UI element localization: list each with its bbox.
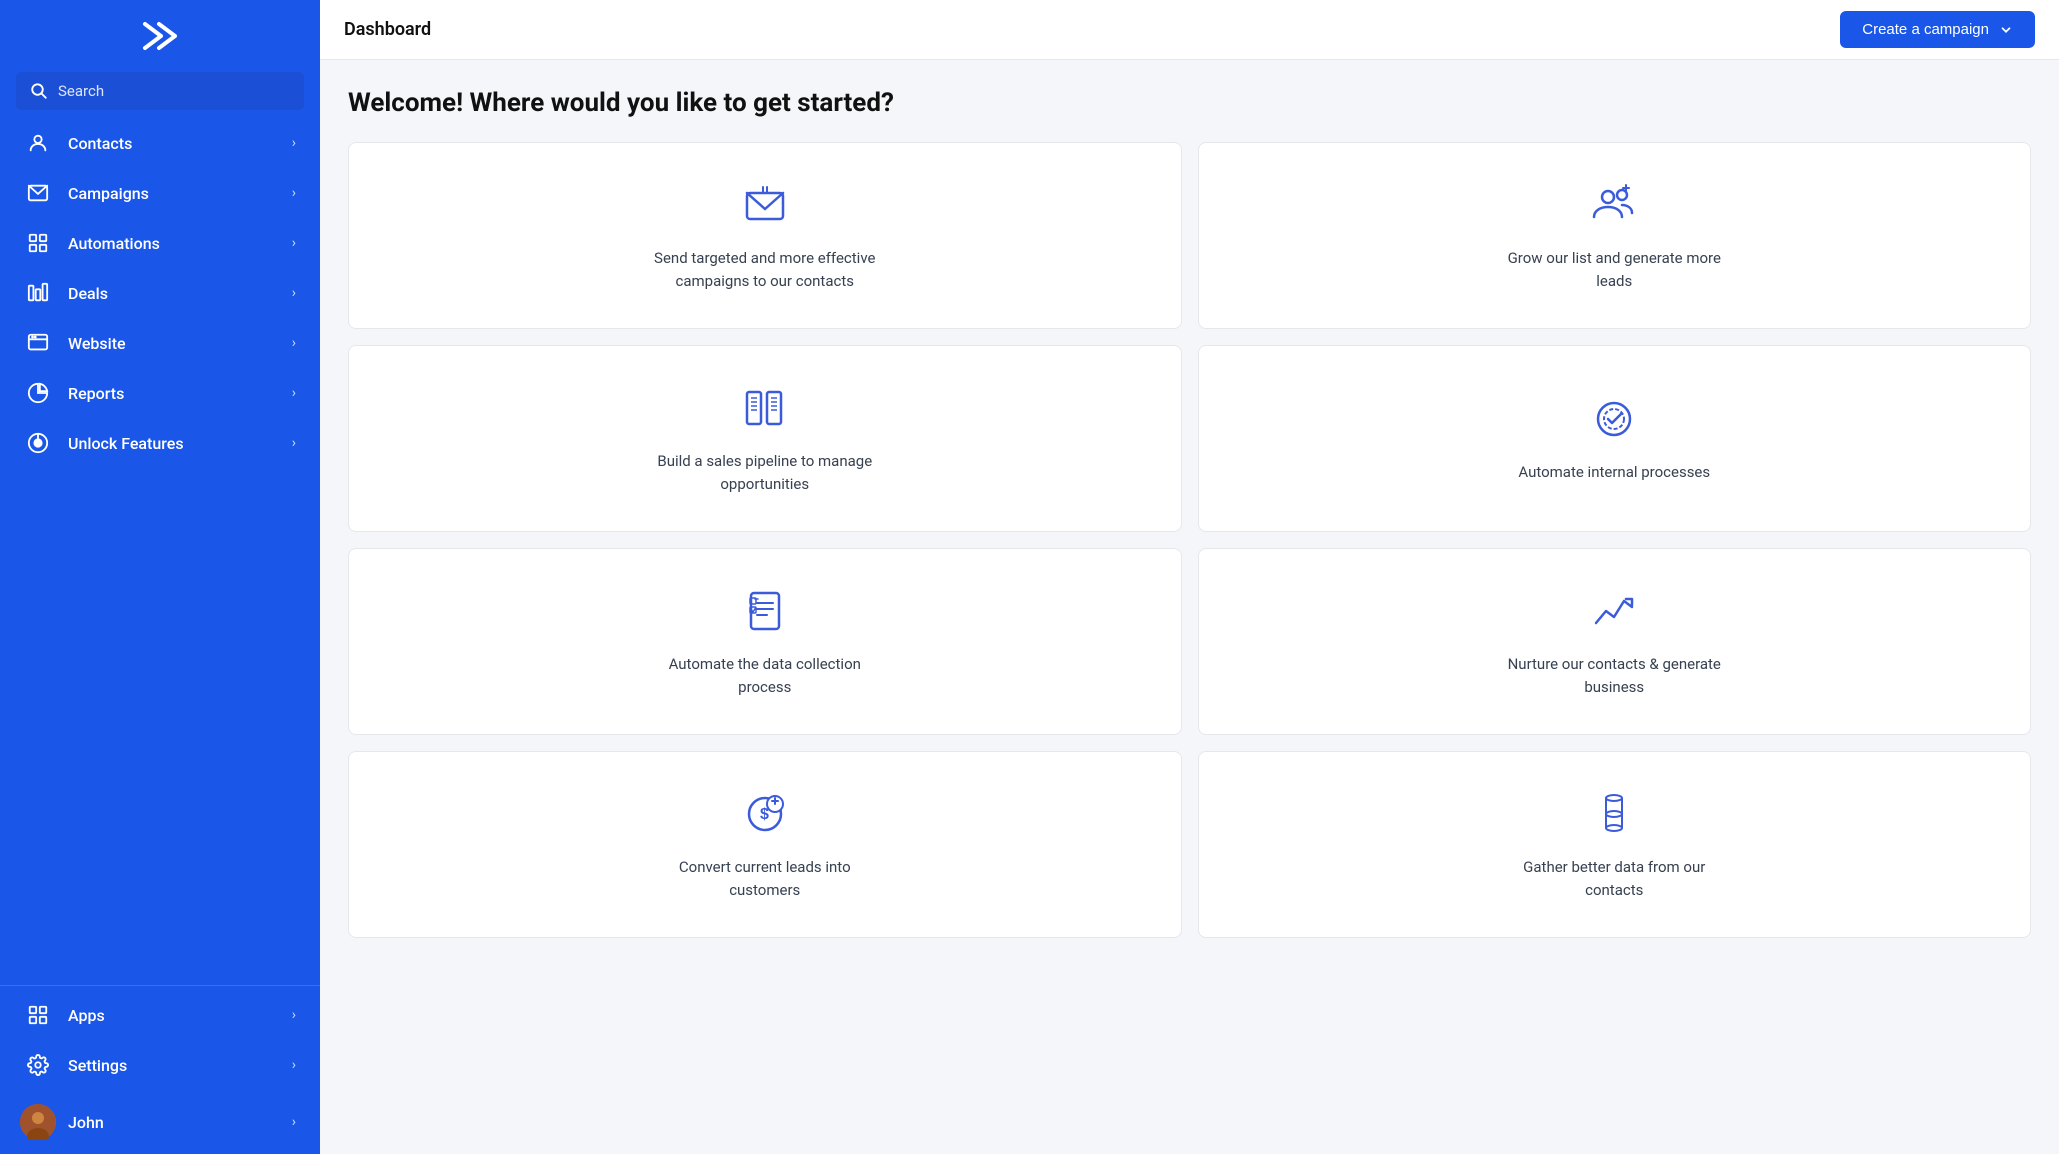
convert-card-icon: $ (739, 788, 791, 840)
deals-icon (24, 282, 52, 304)
pipeline-card-icon (739, 382, 791, 434)
chevron-right-icon: › (292, 1007, 296, 1023)
leads-card-text: Grow our list and generate more leads (1494, 247, 1734, 292)
automations-icon (24, 232, 52, 254)
content-area: Welcome! Where would you like to get sta… (320, 60, 2059, 1154)
chevron-right-icon: › (292, 135, 296, 151)
card-datacollect[interactable]: Automate the data collection process (348, 548, 1182, 735)
search-input[interactable]: Search (16, 72, 304, 110)
chevron-down-icon (1999, 23, 2013, 37)
sidebar-item-unlock[interactable]: Unlock Features › (0, 418, 320, 468)
chevron-right-icon: › (292, 1114, 296, 1130)
topbar: Dashboard Create a campaign (320, 0, 2059, 60)
unlock-icon (24, 432, 52, 454)
campaigns-card-text: Send targeted and more effective campaig… (645, 247, 885, 292)
email-card-icon (739, 179, 791, 231)
contacts-label: Contacts (68, 134, 292, 153)
card-nurture[interactable]: Nurture our contacts & generate business (1198, 548, 2032, 735)
card-pipeline[interactable]: Build a sales pipeline to manage opportu… (348, 345, 1182, 532)
user-name: John (68, 1113, 292, 1132)
create-campaign-button[interactable]: Create a campaign (1840, 11, 2035, 48)
sidebar-item-contacts[interactable]: Contacts › (0, 118, 320, 168)
sidebar: Search Contacts › Campaigns › Automation… (0, 0, 320, 1154)
sidebar-item-reports[interactable]: Reports › (0, 368, 320, 418)
unlock-label: Unlock Features (68, 434, 292, 453)
apps-icon (24, 1004, 52, 1026)
search-placeholder: Search (58, 82, 104, 100)
datacollect-card-text: Automate the data collection process (645, 653, 885, 698)
user-avatar-image (20, 1104, 56, 1140)
card-leads[interactable]: Grow our list and generate more leads (1198, 142, 2032, 329)
nurture-card-text: Nurture our contacts & generate business (1494, 653, 1734, 698)
person-icon (24, 132, 52, 154)
gather-card-text: Gather better data from our contacts (1494, 856, 1734, 901)
chevron-right-icon: › (292, 435, 296, 451)
chevron-right-icon: › (292, 285, 296, 301)
sidebar-bottom: Apps › Settings › (0, 985, 320, 1154)
card-convert[interactable]: $ Convert current leads into customers (348, 751, 1182, 938)
reports-icon (24, 382, 52, 404)
website-icon (24, 332, 52, 354)
nurture-card-icon (1588, 585, 1640, 637)
gather-card-icon (1588, 788, 1640, 840)
create-button-label: Create a campaign (1862, 21, 1989, 38)
automate-card-icon (1588, 393, 1640, 445)
automations-label: Automations (68, 234, 292, 253)
deals-label: Deals (68, 284, 292, 303)
apps-label: Apps (68, 1006, 292, 1025)
email-icon (24, 182, 52, 204)
sidebar-item-apps[interactable]: Apps › (0, 990, 320, 1040)
datacollect-card-icon (739, 585, 791, 637)
chevron-right-icon: › (292, 335, 296, 351)
sidebar-item-deals[interactable]: Deals › (0, 268, 320, 318)
sidebar-item-website[interactable]: Website › (0, 318, 320, 368)
website-label: Website (68, 334, 292, 353)
gear-icon (24, 1054, 52, 1076)
logo-icon (141, 20, 179, 52)
cards-grid: Send targeted and more effective campaig… (348, 142, 2031, 938)
sidebar-item-automations[interactable]: Automations › (0, 218, 320, 268)
chevron-right-icon: › (292, 385, 296, 401)
chevron-right-icon: › (292, 185, 296, 201)
card-gather[interactable]: Gather better data from our contacts (1198, 751, 2032, 938)
search-icon (30, 82, 48, 100)
automate-card-text: Automate internal processes (1518, 461, 1710, 484)
page-title: Dashboard (344, 19, 431, 40)
logo[interactable] (0, 0, 320, 72)
sidebar-item-user[interactable]: John › (0, 1090, 320, 1154)
welcome-heading: Welcome! Where would you like to get sta… (348, 88, 2031, 118)
campaigns-label: Campaigns (68, 184, 292, 203)
convert-card-text: Convert current leads into customers (645, 856, 885, 901)
main-area: Dashboard Create a campaign Welcome! Whe… (320, 0, 2059, 1154)
reports-label: Reports (68, 384, 292, 403)
chevron-right-icon: › (292, 1057, 296, 1073)
card-automate[interactable]: Automate internal processes (1198, 345, 2032, 532)
leads-card-icon (1588, 179, 1640, 231)
avatar (24, 1104, 52, 1140)
settings-label: Settings (68, 1056, 292, 1075)
sidebar-item-settings[interactable]: Settings › (0, 1040, 320, 1090)
sidebar-item-campaigns[interactable]: Campaigns › (0, 168, 320, 218)
pipeline-card-text: Build a sales pipeline to manage opportu… (645, 450, 885, 495)
chevron-right-icon: › (292, 235, 296, 251)
card-campaigns[interactable]: Send targeted and more effective campaig… (348, 142, 1182, 329)
spacer (0, 468, 320, 985)
